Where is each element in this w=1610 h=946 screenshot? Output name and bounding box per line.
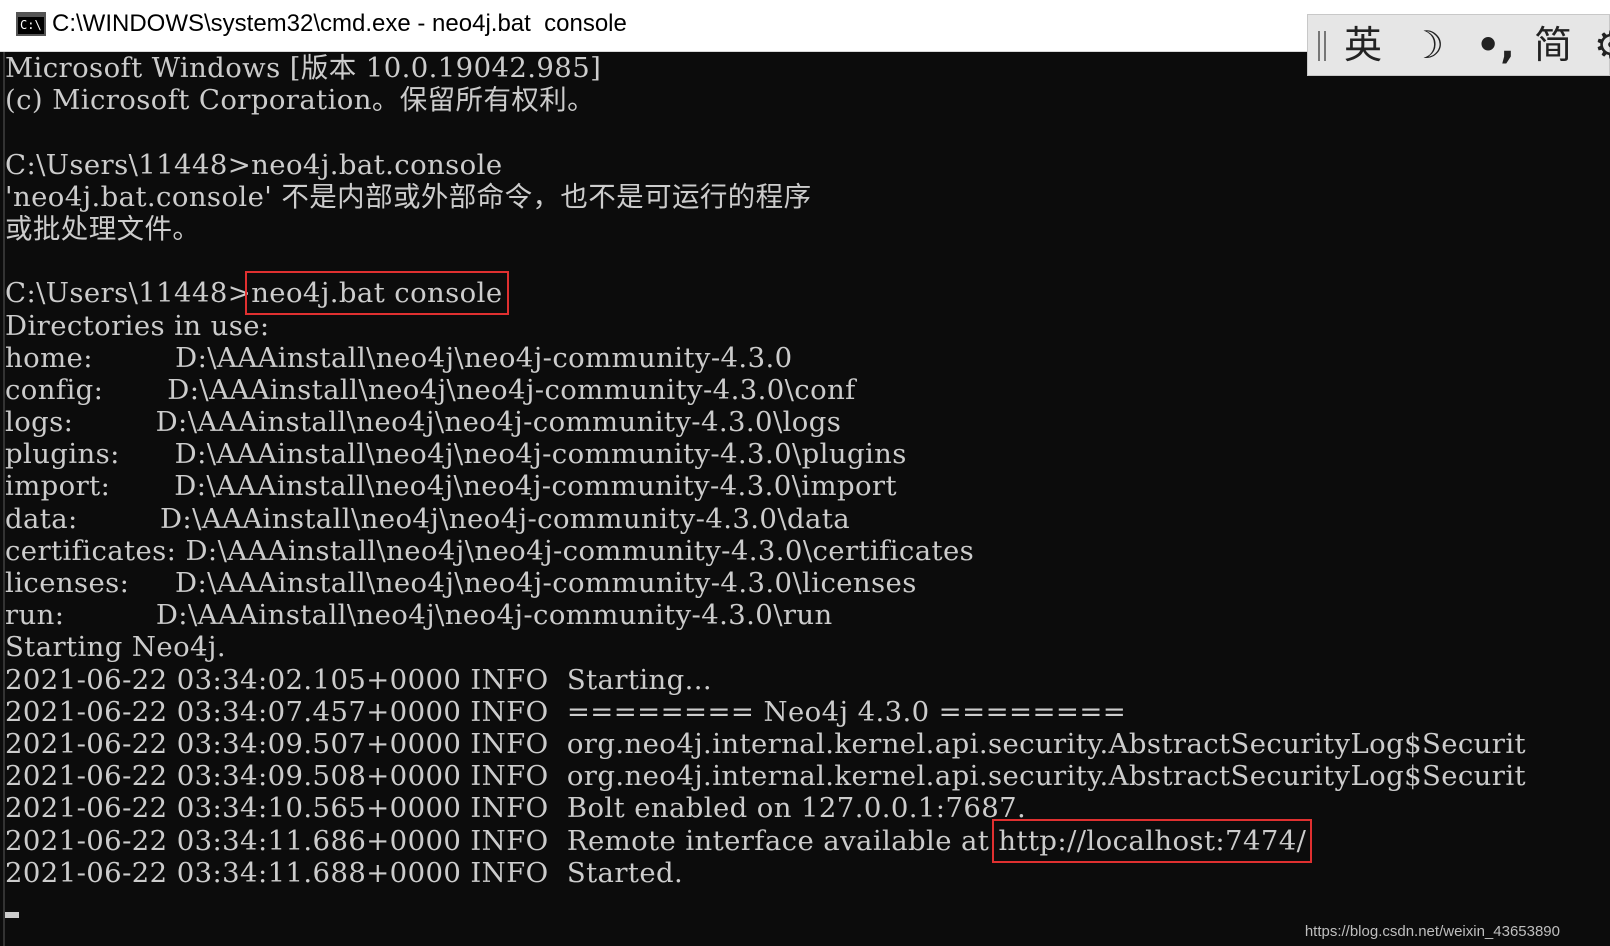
- console-line: plugins: D:\AAAinstall\neo4j\neo4j-commu…: [5, 438, 907, 471]
- console-line: certificates: D:\AAAinstall\neo4j\neo4j-…: [5, 534, 975, 567]
- console-line: 或批处理文件。: [5, 212, 201, 245]
- console-line: C:\Users\11448>neo4j.bat.console: [5, 148, 503, 181]
- console-line: config: D:\AAAinstall\neo4j\neo4j-commun…: [5, 373, 856, 406]
- console-line: 2021-06-22 03:34:07.457+0000 INFO ======…: [5, 695, 1127, 728]
- console-line: 2021-06-22 03:34:10.565+0000 INFO Bolt e…: [5, 792, 1027, 825]
- console-line: data: D:\AAAinstall\neo4j\neo4j-communit…: [5, 502, 851, 535]
- console-line: licenses: D:\AAAinstall\neo4j\neo4j-comm…: [5, 567, 917, 599]
- console-url-line: 2021-06-22 03:34:11.686+0000 INFO Remote…: [5, 818, 1610, 863]
- console-line: logs: D:\AAAinstall\neo4j\neo4j-communit…: [5, 406, 842, 439]
- highlighted-url: http://localhost:7474/: [992, 818, 1313, 863]
- watermark: https://blog.csdn.net/weixin_43653890: [1304, 923, 1560, 940]
- console-line: 2021-06-22 03:34:11.688+0000 INFO Starte…: [5, 856, 684, 889]
- ime-punctuation-toggle[interactable]: •,: [1476, 23, 1515, 67]
- console-command-line: C:\Users\11448>neo4j.bat console: [5, 271, 1610, 316]
- console-line: 2021-06-22 03:34:02.105+0000 INFO Starti…: [5, 663, 713, 696]
- console-line: Directories in use:: [5, 309, 270, 342]
- console-line: run: D:\AAAinstall\neo4j\neo4j-community…: [5, 599, 833, 632]
- highlighted-command: neo4j.bat console: [245, 271, 509, 316]
- console-line: 2021-06-22 03:34:09.508+0000 INFO org.ne…: [5, 760, 1526, 793]
- ime-simplified-toggle[interactable]: 简: [1534, 23, 1572, 67]
- ime-drag-handle[interactable]: [1318, 31, 1326, 61]
- ime-settings-icon[interactable]: ⚙: [1594, 23, 1610, 67]
- console-output[interactable]: Microsoft Windows [版本 10.0.19042.985] (c…: [3, 52, 1610, 946]
- console-line: home: D:\AAAinstall\neo4j\neo4j-communit…: [5, 341, 793, 374]
- console-line: Starting Neo4j.: [5, 631, 226, 664]
- ime-moon-icon[interactable]: ☽: [1410, 23, 1444, 67]
- window-title: C:\WINDOWS\system32\cmd.exe - neo4j.bat …: [52, 10, 627, 37]
- console-log-text: 2021-06-22 03:34:11.686+0000 INFO Remote…: [5, 824, 999, 857]
- console-line: 2021-06-22 03:34:09.507+0000 INFO org.ne…: [5, 727, 1526, 760]
- ime-language-toggle[interactable]: 英: [1344, 23, 1382, 67]
- console-line: (c) Microsoft Corporation。保留所有权利。: [5, 84, 596, 117]
- text-cursor: [5, 912, 19, 918]
- cmd-window: C:\ C:\WINDOWS\system32\cmd.exe - neo4j.…: [0, 0, 1610, 946]
- cmd-terminal-icon: C:\: [16, 12, 46, 36]
- console-line: 'neo4j.bat.console' 不是内部或外部命令，也不是可运行的程序: [5, 180, 812, 213]
- ime-toolbar[interactable]: 英 ☽ •, 简 ⚙: [1307, 14, 1610, 76]
- console-line: import: D:\AAAinstall\neo4j\neo4j-commun…: [5, 470, 897, 503]
- console-prompt: C:\Users\11448>: [5, 277, 252, 310]
